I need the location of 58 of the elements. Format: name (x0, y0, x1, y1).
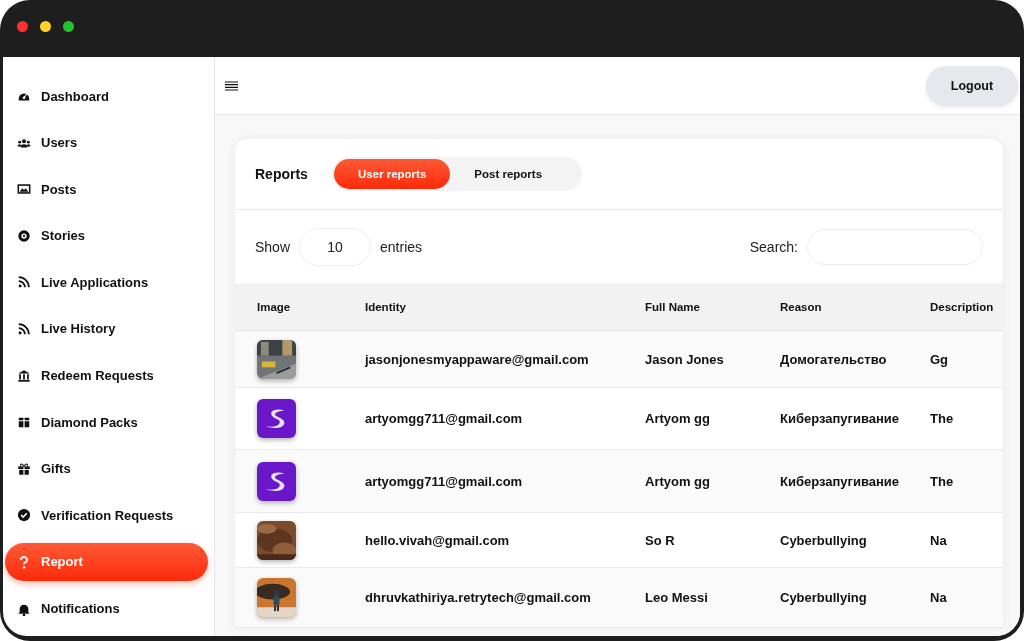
table-cell: Gg (930, 351, 949, 367)
table-cell: Artyom gg (645, 411, 710, 426)
entries-label: entries (380, 238, 423, 255)
table-cell: artyomgg711@gmail.com (365, 411, 523, 426)
column-header[interactable]: Image (257, 300, 291, 313)
table-cell: The (930, 473, 954, 489)
table-cell: jasonjonesmyappaware@gmail.com (365, 351, 589, 367)
table-cell: Artyom gg (645, 473, 710, 489)
rss-icon (17, 321, 31, 336)
table-cell: Na (930, 590, 947, 605)
table-cell: artyomgg711@gmail.com (365, 473, 523, 489)
table-cell: Киберзапугивание (780, 411, 900, 426)
gift-icon (17, 461, 31, 476)
sidebar-item[interactable]: Live Applications (5, 263, 208, 302)
question-icon (17, 554, 31, 569)
menu-icon[interactable] (225, 80, 239, 91)
bank-icon (17, 368, 31, 383)
column-header[interactable]: Full Name (645, 300, 700, 313)
close-icon[interactable] (17, 21, 28, 32)
minimize-icon[interactable] (40, 21, 51, 32)
table-cell: Домогательство (780, 351, 887, 367)
sidebar-item[interactable]: Diamond Packs (5, 403, 208, 442)
app-logo-icon (257, 399, 296, 438)
sidebar-item[interactable]: Posts (5, 170, 208, 209)
sidebar-item[interactable]: Redeem Requests (5, 356, 208, 395)
image-icon (17, 182, 31, 197)
show-label: Show (255, 238, 291, 255)
tab[interactable]: User reports (333, 159, 451, 189)
sidebar-item[interactable]: Live History (5, 309, 208, 348)
sidebar-item[interactable]: Stories (5, 216, 208, 255)
disc-icon (17, 228, 31, 243)
sidebar-item[interactable]: Gifts (5, 449, 208, 488)
column-header[interactable]: Identity (365, 300, 406, 313)
table-cell: The (930, 411, 954, 426)
table-cell: hello.vivah@gmail.com (365, 532, 510, 548)
sidebar-item[interactable]: Report (5, 542, 208, 581)
table-cell: Na (930, 532, 947, 548)
rss-icon (17, 275, 31, 290)
table-cell: Leo Messi (645, 590, 708, 605)
maximize-icon[interactable] (63, 21, 74, 32)
tab[interactable]: Post reports (450, 159, 567, 189)
table-cell: dhruvkathiriya.retrytech@gmail.com (365, 590, 591, 605)
search-label: Search: (749, 238, 798, 255)
check-circle-icon (17, 508, 31, 523)
sidebar-item[interactable]: Verification Requests (5, 496, 208, 535)
column-header[interactable]: Reason (780, 300, 822, 313)
sidebar-item[interactable]: Dashboard (5, 77, 208, 115)
sidebar-item[interactable]: Users (5, 123, 208, 162)
sidebar-item[interactable]: Notifications (5, 589, 208, 628)
table-cell: Киберзапугивание (780, 473, 900, 489)
table-cell: Cyberbullying (780, 590, 867, 605)
table-cell: So R (645, 532, 675, 548)
box-icon (17, 415, 31, 430)
table-cell: Jason Jones (645, 351, 724, 367)
card-title: Reports (255, 166, 308, 182)
app-logo-icon (257, 461, 296, 501)
logout-button[interactable]: Logout (926, 65, 1018, 106)
table-cell: Cyberbullying (780, 532, 867, 548)
